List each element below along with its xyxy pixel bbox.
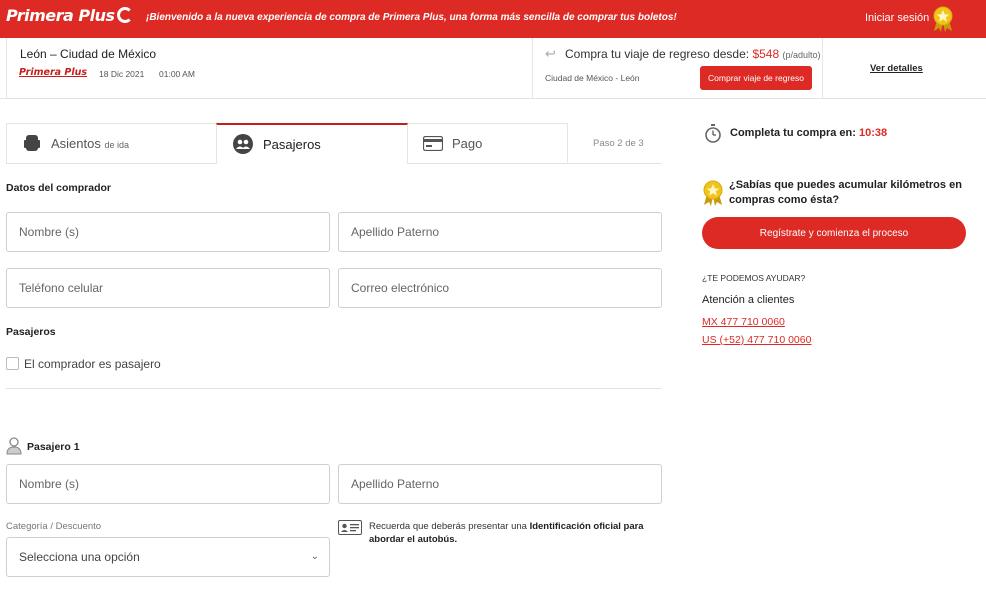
return-unit: (p/adulto) <box>782 50 821 60</box>
category-label: Categoría / Descuento <box>6 521 102 532</box>
passengers-section-title: Pasajeros <box>6 326 56 338</box>
buyer-name-input[interactable] <box>6 212 330 252</box>
id-reminder-note: Recuerda que deberás presentar una Ident… <box>369 520 659 546</box>
return-trip-offer: ↩ Compra tu viaje de regreso desde: $548… <box>533 38 823 99</box>
buyer-lastname-input[interactable] <box>338 212 662 252</box>
tab-payment[interactable]: Pago <box>408 123 568 163</box>
passenger-icon <box>6 437 22 455</box>
people-icon <box>233 134 253 154</box>
buyer-section-title: Datos del comprador <box>6 182 112 194</box>
tab-seats[interactable]: Asientos de ida <box>6 123 216 163</box>
step-progress: Paso 2 de 3 <box>593 138 644 149</box>
outbound-trip: León – Ciudad de México Primera Plus 18 … <box>6 38 533 99</box>
category-select[interactable]: Selecciona una opción ⌄ <box>6 537 330 577</box>
return-arrow-icon: ↩ <box>545 46 556 61</box>
trip-route: León – Ciudad de México <box>20 47 157 61</box>
passenger-name-input[interactable] <box>6 464 330 504</box>
help-title: ¿TE PODEMOS AYUDAR? <box>702 273 806 283</box>
tab-seats-label: Asientos de ida <box>51 136 129 151</box>
buyer-is-passenger-checkbox[interactable] <box>6 357 19 370</box>
buyer-is-passenger-label[interactable]: El comprador es pasajero <box>24 357 161 371</box>
kilometers-promo: ¿Sabías que puedes acumular kilómetros e… <box>729 179 962 206</box>
buyer-email-input[interactable] <box>338 268 662 308</box>
phone-mx-link[interactable]: MX 477 710 0060 <box>702 316 785 328</box>
customer-service-label: Atención a clientes <box>702 294 795 306</box>
passenger-1-title: Pasajero 1 <box>27 441 80 453</box>
tab-seats-sub: de ida <box>104 140 130 150</box>
phone-us-link[interactable]: US (+52) 477 710 0060 <box>702 334 811 346</box>
register-button[interactable]: Regístrate y comienza el proceso <box>702 217 966 249</box>
return-label: Compra tu viaje de regreso desde: <box>565 47 750 61</box>
view-details-link[interactable]: Ver detalles <box>870 63 923 74</box>
tab-seats-text: Asientos <box>51 136 101 151</box>
timer-value: 10:38 <box>858 127 888 139</box>
trip-time: 01:00 AM <box>159 69 195 79</box>
buyer-phone-input[interactable] <box>6 268 330 308</box>
passenger-lastname-input[interactable] <box>338 464 662 504</box>
login-link[interactable]: Iniciar sesión <box>865 12 929 24</box>
medal-icon <box>703 180 723 206</box>
logo-swirl-icon <box>116 7 133 23</box>
return-offer-text: Compra tu viaje de regreso desde: $548 (… <box>565 47 821 61</box>
stopwatch-icon <box>705 124 721 143</box>
tab-passengers-label: Pasajeros <box>263 137 321 152</box>
purchase-timer: Completa tu compra en: 10:38 <box>730 127 887 139</box>
buy-return-button[interactable]: Comprar viaje de regreso <box>700 66 812 90</box>
id-card-icon <box>338 520 362 535</box>
credit-card-icon <box>423 136 443 151</box>
return-price: $548 <box>752 47 780 61</box>
return-route: Ciudad de México - León <box>545 73 640 83</box>
category-select-value: Selecciona una opción <box>19 550 140 564</box>
checkout-steps: Asientos de ida Pasajeros Pago Paso 2 de… <box>6 123 662 164</box>
section-divider <box>6 388 662 389</box>
tab-payment-label: Pago <box>452 136 483 151</box>
timer-label: Completa tu compra en: <box>730 127 856 139</box>
tab-passengers[interactable]: Pasajeros <box>216 123 408 164</box>
primera-plus-logo[interactable]: Primera Plus <box>6 6 133 25</box>
chevron-down-icon: ⌄ <box>310 551 319 562</box>
logo-text: Primera Plus <box>6 6 115 25</box>
id-note-prefix: Recuerda que deberás presentar una <box>369 521 530 532</box>
seat-icon <box>24 135 40 151</box>
trip-date: 18 Dic 2021 <box>99 69 145 79</box>
welcome-message: ¡Bienvenido a la nueva experiencia de co… <box>146 12 677 23</box>
medal-icon[interactable] <box>932 6 954 32</box>
top-banner: Primera Plus ¡Bienvenido a la nueva expe… <box>0 0 986 38</box>
carrier-logo: Primera Plus <box>19 67 87 78</box>
trip-summary: León – Ciudad de México Primera Plus 18 … <box>0 38 986 99</box>
